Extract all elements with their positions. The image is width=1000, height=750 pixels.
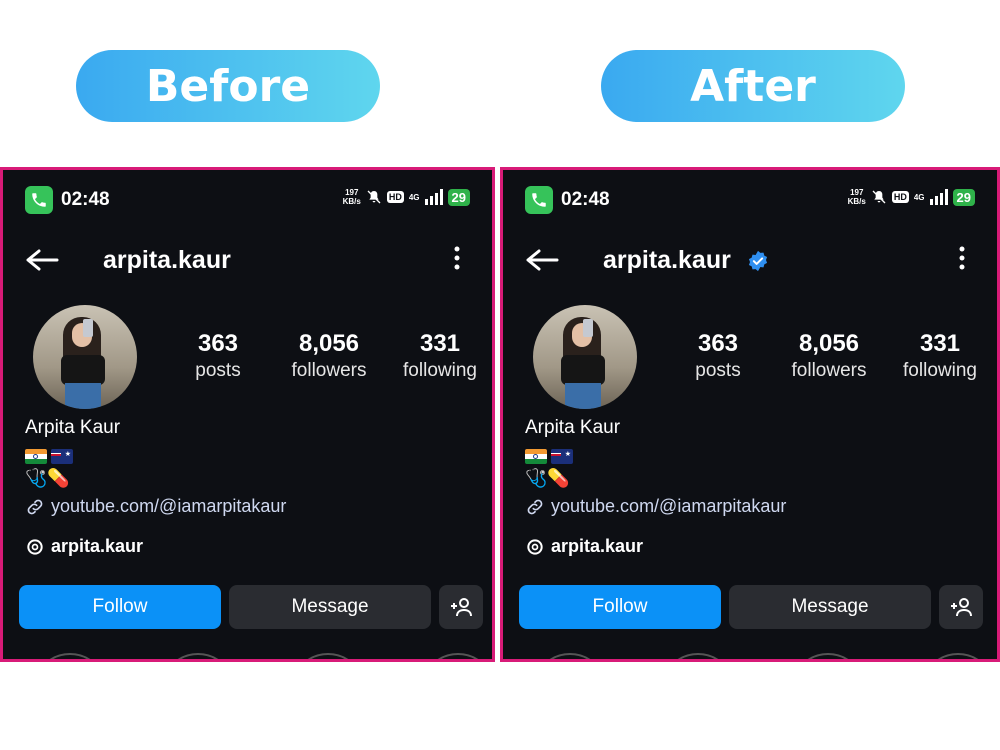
status-time: 02:48 bbox=[561, 189, 610, 210]
back-arrow-icon[interactable] bbox=[525, 248, 559, 272]
phone-call-icon bbox=[25, 186, 53, 214]
mute-icon bbox=[872, 190, 886, 204]
display-name: Arpita Kaur bbox=[25, 417, 121, 438]
signal-bars-icon bbox=[929, 189, 948, 205]
threads-icon bbox=[27, 538, 43, 555]
hd-badge: HD bbox=[891, 191, 909, 203]
bio-emoji-line: 🩺💊 bbox=[25, 468, 70, 488]
threads-badge[interactable]: arpita.kaur bbox=[25, 536, 143, 557]
more-vert-icon[interactable] bbox=[959, 246, 965, 270]
add-user-button[interactable] bbox=[939, 585, 983, 629]
threads-icon bbox=[527, 538, 543, 555]
avatar[interactable] bbox=[533, 305, 637, 409]
add-user-icon bbox=[451, 598, 472, 617]
story-highlight[interactable] bbox=[291, 653, 365, 659]
story-highlight[interactable] bbox=[921, 653, 995, 659]
network-type: 4G bbox=[408, 192, 420, 202]
profile-bio: Arpita Kaur 🩺💊 bbox=[525, 417, 620, 489]
verified-badge-icon bbox=[748, 250, 768, 272]
net-speed: 197 KB/s bbox=[847, 188, 866, 206]
add-user-button[interactable] bbox=[439, 585, 483, 629]
link-icon bbox=[27, 499, 43, 514]
before-label: Before bbox=[76, 50, 380, 122]
profile-bio: Arpita Kaur 🩺💊 bbox=[25, 417, 120, 489]
display-name: Arpita Kaur bbox=[525, 417, 621, 438]
posts-stat[interactable]: 363 posts bbox=[681, 330, 755, 382]
followers-stat[interactable]: 8,056 followers bbox=[767, 330, 891, 382]
australia-flag-icon bbox=[51, 448, 73, 464]
network-type: 4G bbox=[913, 192, 925, 202]
signal-bars-icon bbox=[424, 189, 443, 205]
before-screenshot-panel: 02:48 197 KB/s HD 4G 29 arpita.kaur 363 po… bbox=[0, 167, 495, 662]
net-speed: 197 KB/s bbox=[342, 188, 361, 206]
profile-username: arpita.kaur bbox=[103, 246, 231, 274]
profile-link[interactable]: youtube.com/@iamarpitakaur bbox=[25, 496, 286, 517]
after-screenshot-panel: 02:48 197 KB/s HD 4G 29 arpita.kaur 363 po… bbox=[500, 167, 1000, 662]
following-stat[interactable]: 331 following bbox=[895, 330, 985, 382]
posts-stat[interactable]: 363 posts bbox=[181, 330, 255, 382]
following-stat[interactable]: 331 following bbox=[395, 330, 485, 382]
hd-badge: HD bbox=[386, 191, 404, 203]
follow-button[interactable]: Follow bbox=[519, 585, 721, 629]
status-time: 02:48 bbox=[61, 189, 110, 210]
mute-icon bbox=[367, 190, 381, 204]
followers-stat[interactable]: 8,056 followers bbox=[267, 330, 391, 382]
more-vert-icon[interactable] bbox=[454, 246, 460, 270]
india-flag-icon bbox=[25, 448, 47, 464]
back-arrow-icon[interactable] bbox=[25, 248, 59, 272]
threads-badge[interactable]: arpita.kaur bbox=[525, 536, 643, 557]
india-flag-icon bbox=[525, 448, 547, 464]
story-highlight[interactable] bbox=[661, 653, 735, 659]
add-user-icon bbox=[951, 598, 972, 617]
message-button[interactable]: Message bbox=[729, 585, 931, 629]
battery-indicator: 29 bbox=[952, 188, 975, 206]
story-highlight[interactable] bbox=[421, 653, 492, 659]
profile-username: arpita.kaur bbox=[603, 246, 731, 274]
story-highlight[interactable] bbox=[161, 653, 235, 659]
story-highlight[interactable] bbox=[791, 653, 865, 659]
link-icon bbox=[527, 499, 543, 514]
phone-call-icon bbox=[525, 186, 553, 214]
message-button[interactable]: Message bbox=[229, 585, 431, 629]
story-highlight[interactable] bbox=[33, 653, 107, 659]
follow-button[interactable]: Follow bbox=[19, 585, 221, 629]
after-label: After bbox=[601, 50, 905, 122]
status-bar: 02:48 197 KB/s HD 4G 29 bbox=[25, 186, 470, 214]
status-bar: 02:48 197 KB/s HD 4G 29 bbox=[525, 186, 975, 214]
story-highlight[interactable] bbox=[533, 653, 607, 659]
battery-indicator: 29 bbox=[447, 188, 470, 206]
australia-flag-icon bbox=[551, 448, 573, 464]
bio-emoji-line: 🩺💊 bbox=[525, 468, 570, 488]
avatar[interactable] bbox=[33, 305, 137, 409]
profile-link[interactable]: youtube.com/@iamarpitakaur bbox=[525, 496, 786, 517]
